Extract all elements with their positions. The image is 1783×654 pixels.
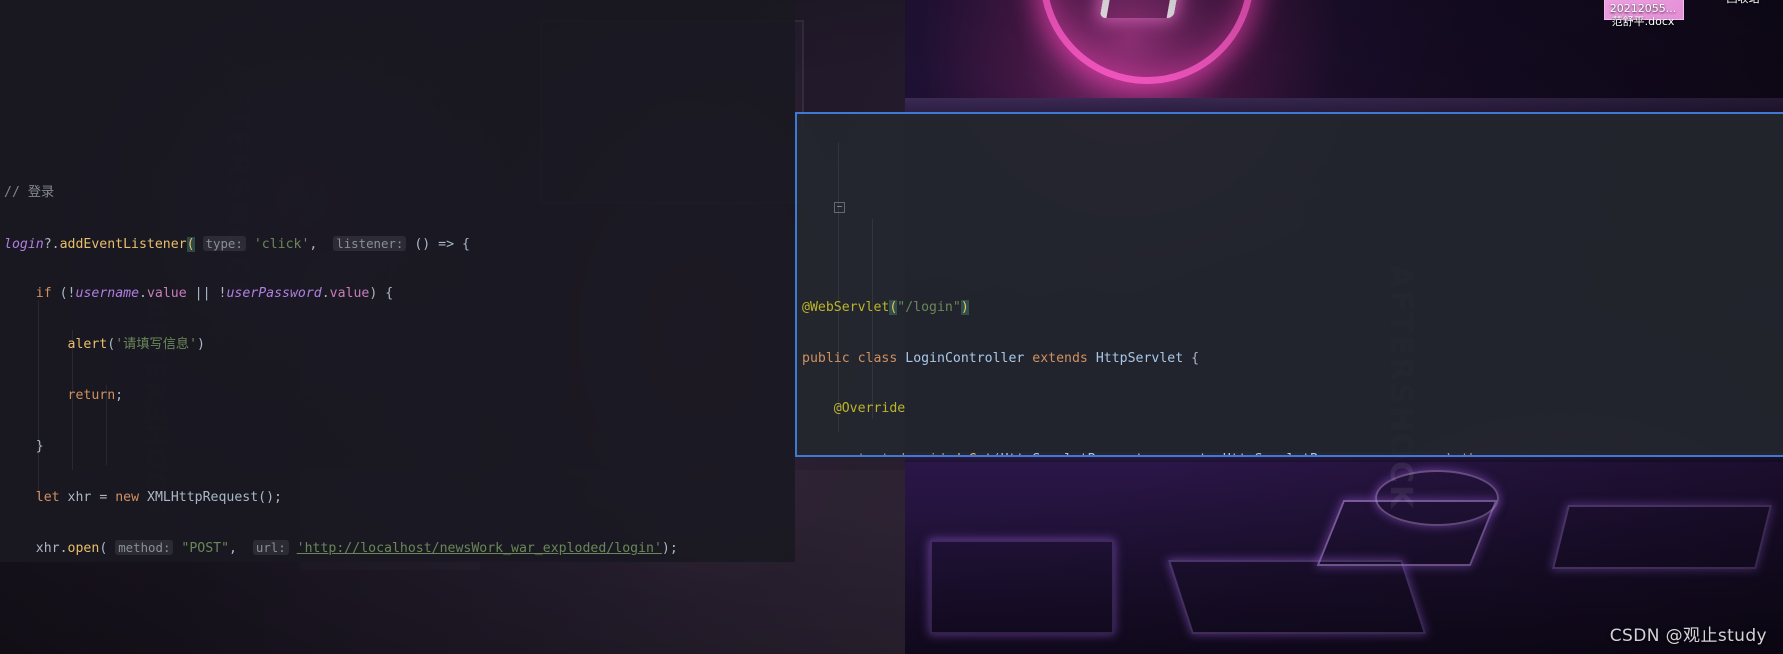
code-line: let xhr = new XMLHttpRequest(); xyxy=(35,489,282,505)
code-line: public class LoginController extends Htt… xyxy=(802,350,1200,366)
indent-guide-js-3 xyxy=(106,385,107,465)
code-line: xhr.open( method: "POST", url: 'http://l… xyxy=(35,540,678,557)
code-line: @Override xyxy=(833,401,906,417)
csdn-watermark: CSDN @观止study xyxy=(1609,626,1767,646)
java-code-block: @WebServlet("/login") public class Login… xyxy=(797,266,1783,455)
code-line: // 登录 xyxy=(4,184,55,200)
indent-guide-js-1 xyxy=(38,300,39,500)
code-line: login?.addEventListener( type: 'click', … xyxy=(4,235,470,252)
code-line: return; xyxy=(67,388,124,404)
recycle-bin-label: 回收站 xyxy=(1700,0,1783,5)
code-line: @WebServlet("/login") xyxy=(802,299,969,315)
code-line: if (!username.value || !userPassword.val… xyxy=(35,286,394,302)
code-fold-icon[interactable]: − xyxy=(834,202,845,213)
code-line: protected void doGet(HttpServletRequest … xyxy=(802,447,1783,455)
code-line: alert('请填写信息') xyxy=(67,337,205,353)
javascript-code-block: // 登录 login?.addEventListener( type: 'cl… xyxy=(0,152,795,562)
desktop-icon-docx[interactable]: 20212055... 范舒平.docx xyxy=(1600,2,1686,28)
docx-label-line1: 20212055... xyxy=(1609,2,1677,15)
desktop-screenshot: AFTERSHOCK AFTERSHOCK AFTERSHOCK 2021205… xyxy=(0,0,1783,654)
indent-guide-java-2 xyxy=(872,219,873,419)
docx-label-line2: 范舒平.docx xyxy=(1611,15,1675,28)
indent-guide-js-2 xyxy=(72,330,73,470)
desktop-icon-recycle-bin[interactable]: 回收站 xyxy=(1700,0,1783,5)
java-editor-panel[interactable]: − @WebServlet("/login") public class Log… xyxy=(795,112,1783,457)
code-line: } xyxy=(35,438,44,454)
indent-guide-java-1 xyxy=(838,142,839,432)
javascript-editor-panel[interactable]: // 登录 login?.addEventListener( type: 'cl… xyxy=(0,0,795,562)
